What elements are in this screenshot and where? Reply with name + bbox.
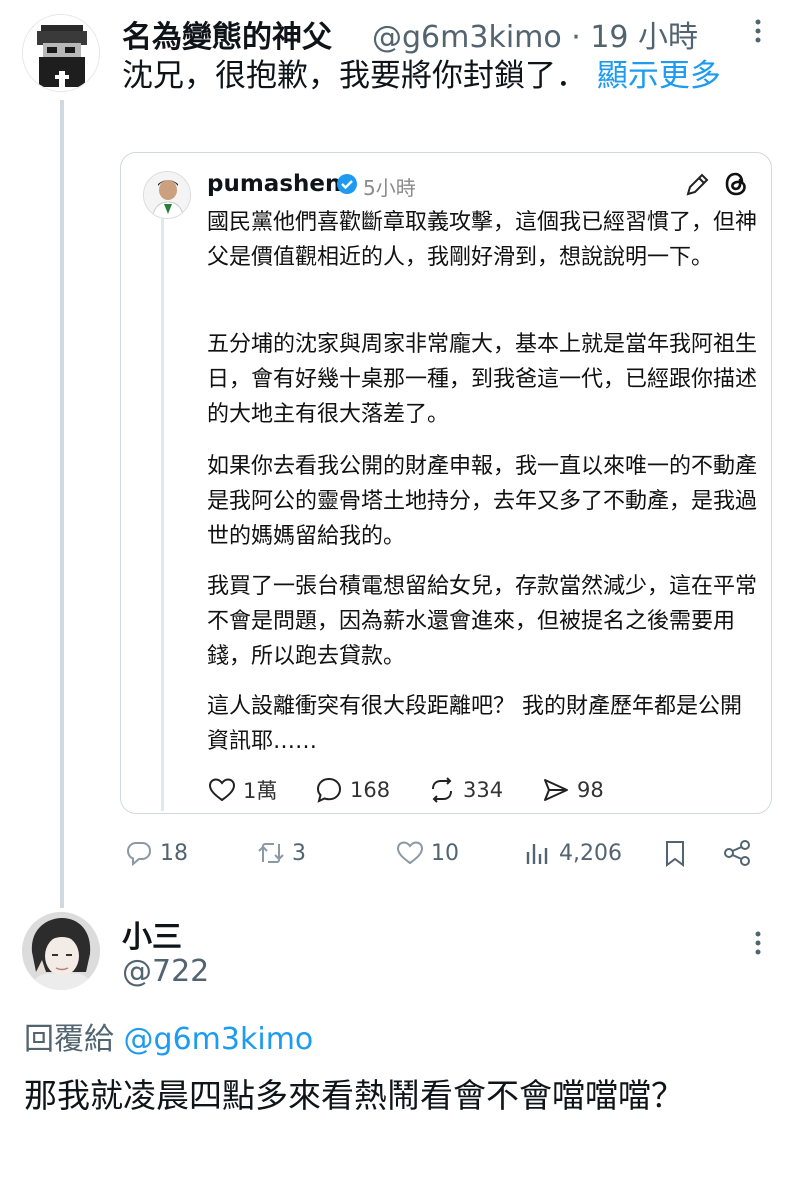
handle-and-time[interactable]: @g6m3kimo · 19 小時 bbox=[372, 12, 698, 56]
tweet-body: 沈兄，很抱歉，我要將你封鎖了． bbox=[122, 58, 587, 94]
retweet-button[interactable]: 3 bbox=[256, 836, 306, 870]
card-paragraph: 這人設離衝突有很大段距離吧？ 我的財產歷年都是公開資訊耶…… bbox=[207, 694, 742, 754]
analytics-bars-icon bbox=[526, 844, 548, 864]
retweet-icon bbox=[258, 843, 284, 863]
like-count: 1萬 bbox=[243, 779, 278, 803]
card-paragraph: 五分埔的沈家與周家非常龐大，基本上就是當年我阿祖生日，會有好幾十桌那一種，到我爸… bbox=[207, 332, 758, 427]
tweet-text: 那我就凌晨四點多來看熱鬧看會不會噹噹噹？ bbox=[24, 1076, 684, 1115]
edit-pencil-icon[interactable] bbox=[683, 171, 711, 199]
share-button[interactable] bbox=[722, 836, 758, 870]
heart-icon bbox=[396, 841, 424, 865]
card-like-button[interactable]: 1萬 bbox=[207, 775, 277, 805]
reply-to-handle-link[interactable]: @g6m3kimo bbox=[124, 1022, 314, 1057]
handle[interactable]: @722 bbox=[122, 954, 209, 989]
anime-portrait-avatar-icon bbox=[22, 912, 100, 990]
card-paragraph: 國民黨他們喜歡斷章取義攻擊，這個我已經習慣了，但神父是價值觀相近的人，我剛好滑到… bbox=[207, 210, 758, 270]
card-paragraph: 我買了一張台積電想留給女兒，存款當然減少，這在平常不會是問題，因為薪水還會進來，… bbox=[207, 574, 758, 669]
retweet-count: 3 bbox=[292, 840, 306, 866]
quoted-post-card[interactable]: pumashen 5小時 國民黨他們喜歡斷章取義攻擊，這個我已經習慣了，但神父是… bbox=[120, 152, 772, 814]
heart-icon bbox=[208, 778, 236, 802]
bookmark-icon bbox=[666, 841, 684, 867]
threads-logo-icon[interactable] bbox=[721, 169, 751, 199]
repost-count: 334 bbox=[463, 778, 504, 802]
comment-bubble-icon bbox=[316, 777, 342, 803]
more-options-icon[interactable] bbox=[748, 928, 768, 958]
share-count: 98 bbox=[577, 778, 604, 802]
card-share-button[interactable]: 98 bbox=[541, 775, 604, 805]
display-name[interactable]: 名為變態的神父 bbox=[122, 12, 332, 56]
reply-button[interactable]: 18 bbox=[124, 836, 188, 870]
card-avatar[interactable] bbox=[143, 171, 191, 219]
view-count: 4,206 bbox=[559, 840, 622, 866]
pixel-priest-avatar-icon bbox=[23, 15, 99, 91]
card-username[interactable]: pumashen bbox=[207, 171, 341, 197]
card-repost-button[interactable]: 334 bbox=[427, 775, 503, 805]
card-thread-line bbox=[161, 215, 164, 811]
show-more-link[interactable]: 顯示更多 bbox=[597, 58, 721, 94]
verified-badge-icon bbox=[337, 174, 357, 194]
display-name[interactable]: 小三 bbox=[122, 912, 182, 956]
card-paragraph: 如果你去看我公開的財產申報，我一直以來唯一的不動產是我阿公的靈骨塔土地持分，去年… bbox=[207, 454, 758, 549]
avatar[interactable] bbox=[22, 912, 100, 990]
send-arrow-icon bbox=[544, 779, 568, 801]
card-timestamp: 5小時 bbox=[363, 176, 416, 200]
more-options-icon[interactable] bbox=[748, 16, 768, 46]
reply-bubble-icon bbox=[126, 842, 152, 867]
person-photo-icon bbox=[144, 172, 190, 218]
bookmark-button[interactable] bbox=[660, 836, 696, 870]
replying-to-line: 回覆給 @g6m3kimo bbox=[24, 1014, 313, 1058]
reply-count: 168 bbox=[350, 778, 391, 802]
repost-icon bbox=[432, 777, 452, 803]
tweet-text: 沈兄，很抱歉，我要將你封鎖了． 顯示更多 bbox=[122, 54, 762, 98]
card-reply-button[interactable]: 168 bbox=[314, 775, 390, 805]
avatar[interactable] bbox=[22, 14, 100, 92]
like-button[interactable]: 10 bbox=[395, 836, 459, 870]
like-count: 10 bbox=[431, 840, 459, 866]
views-button[interactable]: 4,206 bbox=[523, 836, 622, 870]
reply-to-label: 回覆給 bbox=[24, 1022, 114, 1057]
share-nodes-icon bbox=[724, 840, 750, 866]
thread-connector-line bbox=[60, 100, 64, 908]
reply-count: 18 bbox=[160, 840, 188, 866]
